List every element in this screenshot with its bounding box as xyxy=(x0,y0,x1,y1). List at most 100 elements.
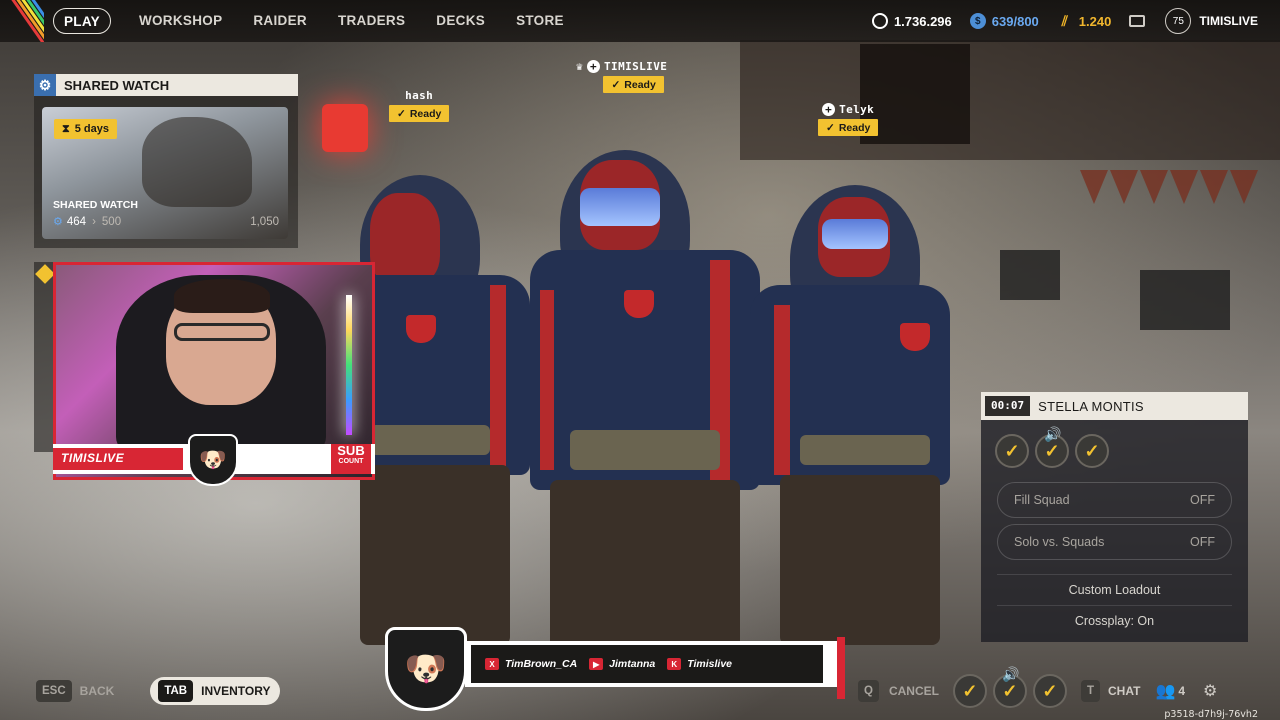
social-handle: Jimtanna xyxy=(609,658,656,670)
scene-monitor xyxy=(1000,250,1060,300)
nav-play[interactable]: PLAY xyxy=(53,8,111,34)
t-key: T xyxy=(1080,680,1100,702)
ready-label: Ready xyxy=(838,121,871,134)
nav-traders[interactable]: TRADERS xyxy=(338,8,405,34)
social-handle: TimBrown_CA xyxy=(505,658,578,670)
nav-raider[interactable]: RAIDER xyxy=(253,8,307,34)
youtube-icon: ▶ xyxy=(589,658,604,670)
shared-watch-card[interactable]: ⧗ 5 days SHARED WATCH ⚙ 464 › 500 1,050 xyxy=(42,107,288,239)
map-name: STELLA MONTIS xyxy=(1038,398,1144,414)
ready-badge: ✓ Ready xyxy=(603,76,664,93)
solo-vs-squads-toggle[interactable]: Solo vs. Squads OFF xyxy=(997,524,1232,560)
shared-watch-panel: ⚙ SHARED WATCH ⧗ 5 days SHARED WATCH ⚙ 4… xyxy=(34,74,298,248)
x-icon: X xyxy=(485,658,499,670)
social-bar-accent xyxy=(837,637,845,699)
check-icon: ✓ xyxy=(1004,440,1020,461)
cancel-label: CANCEL xyxy=(888,684,939,698)
coins-stat[interactable]: 1.736.296 xyxy=(871,13,952,29)
bottom-right-controls: Q CANCEL ✓ 🔊 ✓ ✓ T CHAT 👥 4 ⚙ xyxy=(858,666,1221,708)
matchmaking-timer: 00:07 xyxy=(985,396,1031,416)
fill-squad-toggle[interactable]: Fill Squad OFF xyxy=(997,482,1232,518)
cancel-button[interactable]: Q CANCEL xyxy=(858,680,939,702)
speaker-icon: 🔊 xyxy=(1001,666,1020,682)
solo-vs-squads-label: Solo vs. Squads xyxy=(1014,535,1105,549)
bottom-left-controls: ESC BACK TAB INVENTORY xyxy=(36,677,281,705)
check-icon: ✓ xyxy=(1044,440,1060,461)
add-friend-icon[interactable]: + xyxy=(822,103,836,116)
chevron-right-icon: › xyxy=(92,215,96,228)
profile-username[interactable]: TIMISLIVE xyxy=(1199,14,1258,28)
back-label: BACK xyxy=(79,684,115,698)
nav-decks[interactable]: DECKS xyxy=(436,8,485,34)
nav-workshop[interactable]: WORKSHOP xyxy=(139,8,222,34)
ready-badge: ✓ Ready xyxy=(818,119,879,136)
divider xyxy=(997,605,1232,606)
q-key: Q xyxy=(858,680,879,702)
streamer-hair xyxy=(174,279,270,313)
raider-character-right xyxy=(750,185,970,645)
coin-icon xyxy=(871,13,888,29)
scene-red-light xyxy=(322,104,368,152)
inventory-label: INVENTORY xyxy=(201,684,271,698)
ready-badge: ✓ Ready xyxy=(389,105,450,122)
currency-bar: 1.736.296 $ 639/800 ⫽ 1.240 75 TIMISLIVE xyxy=(871,8,1258,34)
crossplay-status[interactable]: Crossplay: On xyxy=(981,614,1248,628)
squad-ready-check: 🔊 ✓ xyxy=(992,666,1027,708)
custom-loadout-button[interactable]: Custom Loadout xyxy=(981,583,1248,597)
check-icon: ✓ xyxy=(962,680,978,701)
shared-watch-heading: SHARED WATCH xyxy=(64,77,170,93)
chat-button[interactable]: T CHAT xyxy=(1080,680,1141,702)
neon-light xyxy=(346,295,352,435)
inventory-button[interactable]: TAB INVENTORY xyxy=(150,677,281,705)
social-handles: X TimBrown_CA ▶ Jimtanna K Timislive xyxy=(471,645,823,683)
check-icon: ✓ xyxy=(397,107,406,120)
top-navigation-bar: PLAY WORKSHOP RAIDER TRADERS DECKS STORE… xyxy=(0,0,1280,42)
settings-gear-icon[interactable]: ⚙ xyxy=(1199,680,1221,702)
fill-squad-label: Fill Squad xyxy=(1014,493,1070,507)
player-name-row: ♛ + TIMISLIVE xyxy=(576,60,667,73)
progress-max: 1,050 xyxy=(250,215,279,228)
mech-artwork xyxy=(142,117,252,207)
days-remaining-badge: ⧗ 5 days xyxy=(54,119,117,139)
raider-tokens-value: 639/800 xyxy=(991,13,1039,29)
shared-watch-progress: ⚙ 464 › 500 1,050 xyxy=(53,215,279,229)
social-x: X TimBrown_CA xyxy=(485,658,577,670)
streamer-name: TIMISLIVE xyxy=(61,451,125,465)
coins-value: 1.736.296 xyxy=(893,13,952,29)
squad-ready-check: ✓ xyxy=(952,674,987,708)
player-name: hash xyxy=(405,89,434,102)
ready-label: Ready xyxy=(624,78,656,91)
chat-label: CHAT xyxy=(1107,684,1141,698)
social-handle: Timislive xyxy=(687,658,733,670)
solo-vs-squads-value: OFF xyxy=(1190,535,1215,549)
player-level-badge[interactable]: 75 xyxy=(1165,8,1192,34)
check-icon: ✓ xyxy=(1042,680,1058,701)
tab-key: TAB xyxy=(158,680,194,702)
squad-ready-indicators: ✓ 🔊 ✓ ✓ xyxy=(995,426,1248,468)
add-friend-icon[interactable]: + xyxy=(587,60,601,73)
credits-stat[interactable]: ⫽ 1.240 xyxy=(1057,13,1112,29)
party-button[interactable]: 👥 4 xyxy=(1154,680,1185,702)
streamer-glasses xyxy=(174,323,270,341)
nav-store[interactable]: STORE xyxy=(516,8,564,34)
mail-icon[interactable] xyxy=(1129,15,1146,27)
raider-tokens-stat[interactable]: $ 639/800 xyxy=(969,13,1039,29)
player-name-row: + Telyk xyxy=(818,103,878,116)
shared-watch-header: ⚙ SHARED WATCH xyxy=(34,74,298,96)
check-icon: ✓ xyxy=(611,78,621,91)
squad-ready-check: ✓ xyxy=(1075,434,1109,468)
stream-social-banner: X TimBrown_CA ▶ Jimtanna K Timislive 🐶 xyxy=(385,627,845,711)
gear-icon: ⚙ xyxy=(34,74,56,96)
raider-token-icon: $ xyxy=(969,13,986,29)
divider xyxy=(997,574,1232,575)
shared-watch-card-title: SHARED WATCH xyxy=(53,199,138,211)
rainbow-corner-decoration xyxy=(0,0,44,42)
check-icon: ✓ xyxy=(1002,680,1018,701)
matchmaking-header: 00:07 STELLA MONTIS xyxy=(981,392,1248,420)
back-button[interactable]: ESC BACK xyxy=(36,680,114,702)
gear-icon: ⚙ xyxy=(53,216,63,228)
player-name-row: hash xyxy=(389,89,449,102)
player-tag-hash: hash ✓ Ready xyxy=(389,89,450,122)
progress-current: 464 xyxy=(66,215,87,228)
ready-label: Ready xyxy=(409,107,442,120)
